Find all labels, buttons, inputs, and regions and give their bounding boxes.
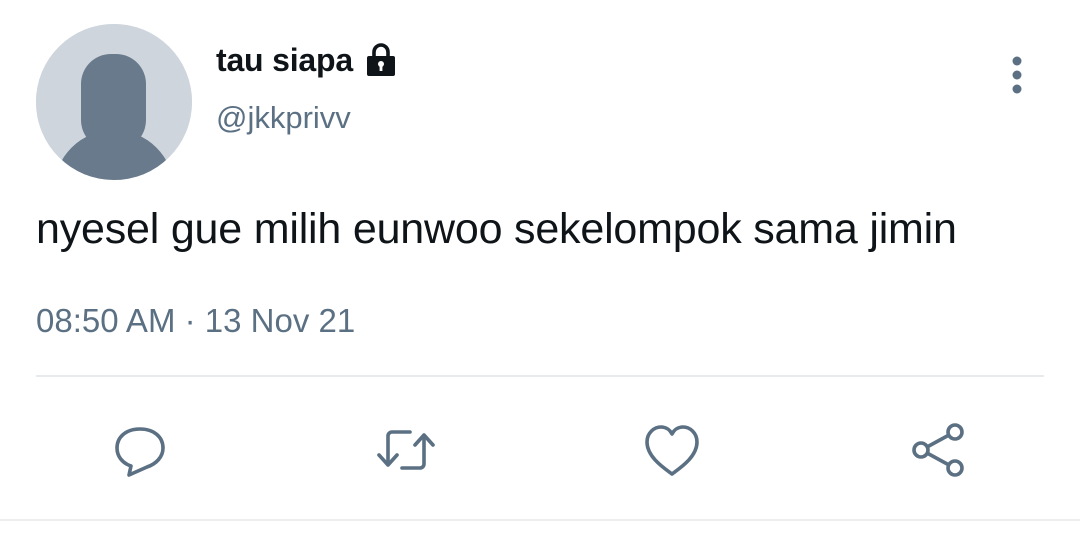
reply-icon — [115, 427, 165, 477]
like-icon — [645, 425, 699, 476]
retweet-button[interactable] — [374, 418, 438, 482]
tweet-card: tau siapa @jkkprivv nyesel gue milih eun… — [0, 0, 1080, 540]
display-name[interactable]: tau siapa — [216, 42, 353, 79]
display-name-row: tau siapa — [216, 40, 399, 80]
lock-icon — [363, 42, 399, 78]
tweet-text: nyesel gue milih eunwoo sekelompok sama … — [36, 205, 957, 253]
avatar[interactable] — [36, 24, 192, 180]
like-button[interactable] — [640, 418, 704, 482]
retweet-icon — [377, 430, 435, 470]
user-handle[interactable]: @jkkprivv — [216, 100, 351, 136]
share-button[interactable] — [906, 418, 970, 482]
timestamp[interactable]: 08:50 AM · 13 Nov 21 — [36, 302, 355, 340]
default-avatar-icon — [36, 24, 192, 180]
bottom-divider — [0, 519, 1080, 521]
more-vertical-icon[interactable] — [1000, 52, 1034, 98]
divider — [36, 375, 1044, 377]
share-icon — [912, 423, 964, 477]
reply-button[interactable] — [108, 418, 172, 482]
